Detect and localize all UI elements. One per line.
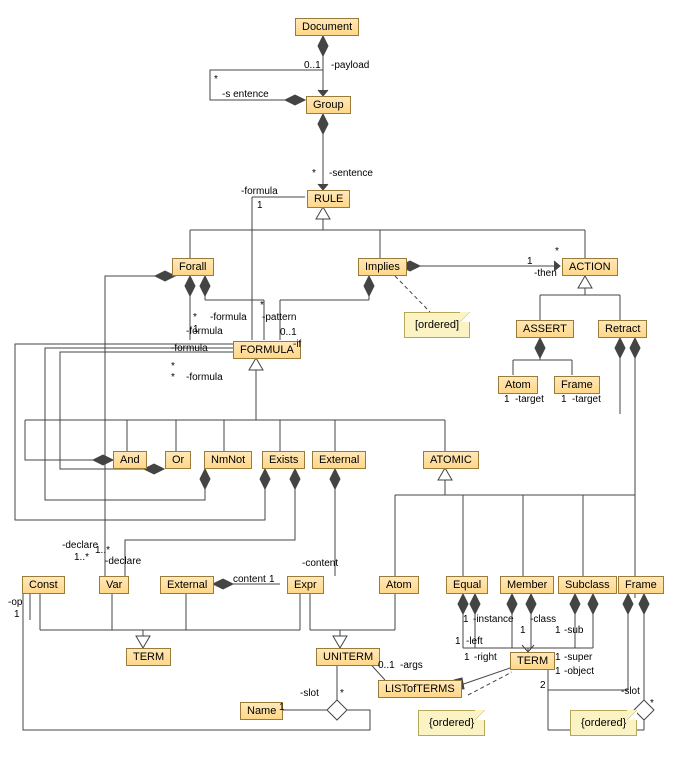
lbl-pattern: -pattern (262, 312, 296, 323)
lbl-object: -object (564, 666, 594, 677)
lbl-content1: content (233, 574, 266, 585)
class-exists: Exists (262, 451, 305, 469)
lbl-argsm: 0..1 (378, 660, 395, 671)
class-frame-small: Frame (554, 376, 600, 394)
class-formula: FORMULA (233, 341, 301, 359)
class-var: Var (99, 576, 129, 594)
class-action: ACTION (562, 258, 618, 276)
lbl-left-m: 1 (455, 636, 461, 647)
lbl-formula3: -formula (186, 372, 223, 383)
lbl-content1m: 1 (269, 574, 275, 585)
note-ordered-1: [ordered] (404, 312, 470, 338)
lbl-star1: * (214, 74, 218, 85)
class-or: Or (165, 451, 191, 469)
lbl-name-m: 1 (279, 702, 285, 713)
class-and: And (113, 451, 147, 469)
lbl-right: -right (474, 652, 497, 663)
lbl-star3: * (193, 312, 197, 323)
uml-diagram: Document Group RULE Forall Implies ACTIO… (0, 0, 677, 769)
lbl-slot1m: * (340, 688, 344, 699)
class-retract: Retract (598, 320, 647, 338)
lbl-target1: -target (515, 394, 544, 405)
lbl-star-action: * (555, 246, 559, 257)
class-member: Member (500, 576, 554, 594)
lbl-class: -class (530, 614, 556, 625)
class-external1: External (312, 451, 366, 469)
lbl-super-m: 1 (555, 652, 561, 663)
lbl-if-m: 0..1 (280, 327, 297, 338)
class-atomic: ATOMIC (423, 451, 479, 469)
lbl-two: 2 (540, 680, 546, 691)
lbl-slot2: -slot (621, 686, 640, 697)
lbl-formula1: -formula (210, 312, 247, 323)
note-ordered-3: {ordered} (570, 710, 637, 736)
class-atom2: Atom (379, 576, 419, 594)
lbl-formula2m: * (171, 361, 175, 372)
class-uniterm: UNITERM (316, 648, 380, 666)
lbl-then-m: 1 (527, 256, 533, 267)
class-nmnot: NmNot (204, 451, 252, 469)
lbl-formula-rule-m: 1 (257, 200, 263, 211)
lbl-m01a: 0..1 (304, 60, 321, 71)
class-term1: TERM (126, 648, 171, 666)
lbl-class-m: 1 (520, 625, 526, 636)
class-document: Document (295, 18, 359, 36)
class-equal: Equal (446, 576, 488, 594)
class-name: Name (240, 702, 283, 720)
lbl-super: -super (564, 652, 592, 663)
lbl-sentence: -sentence (329, 168, 373, 179)
class-atom-small: Atom (498, 376, 538, 394)
class-implies: Implies (358, 258, 407, 276)
lbl-target2: -target (572, 394, 601, 405)
lbl-target2m: 1 (561, 394, 567, 405)
class-external2: External (160, 576, 214, 594)
lbl-instance: -instance (473, 614, 514, 625)
class-const: Const (22, 576, 65, 594)
class-subclass: Subclass (558, 576, 617, 594)
lbl-pattern-m: * (260, 300, 264, 311)
lbl-declare1m: 1..* (74, 552, 89, 563)
class-frame2: Frame (618, 576, 664, 594)
lbl-then: -then (534, 268, 557, 279)
lbl-op: -op (8, 597, 22, 608)
lbl-sub-m: 1 (555, 625, 561, 636)
class-group: Group (306, 96, 351, 114)
lbl-declare2: -declare (105, 556, 141, 567)
lbl-star2: * (312, 168, 316, 179)
lbl-instance-m: 1 (463, 614, 469, 625)
lbl-right-m: 1 (464, 652, 470, 663)
lbl-payload: -payload (331, 60, 369, 71)
class-expr: Expr (287, 576, 324, 594)
lbl-slot1: -slot (300, 688, 319, 699)
lbl-formula4: -formula (171, 343, 208, 354)
note-ordered-2: {ordered} (418, 710, 485, 736)
lbl-if: -if (293, 339, 301, 350)
lbl-args: -args (400, 660, 423, 671)
lbl-object-m: 1 (555, 666, 561, 677)
lbl-sub: -sub (564, 625, 583, 636)
class-listofterms: LISTofTERMS (378, 680, 462, 698)
class-rule: RULE (307, 190, 350, 208)
lbl-formula3m: * (171, 372, 175, 383)
lbl-content2: -content (302, 558, 338, 569)
class-term2: TERM (510, 652, 555, 670)
lbl-opm: 1 (14, 609, 20, 620)
lbl-declare2m: 1..* (95, 545, 110, 556)
lbl-formula2: -formula (186, 326, 223, 337)
lbl-left: -left (466, 636, 483, 647)
lbl-formula-rule: -formula (241, 186, 278, 197)
lbl-sentence-self: -s entence (222, 89, 269, 100)
lbl-slot2m: * (650, 698, 654, 709)
class-forall: Forall (172, 258, 214, 276)
lbl-declare1: -declare (62, 540, 98, 551)
class-assert: ASSERT (516, 320, 574, 338)
lbl-target1m: 1 (504, 394, 510, 405)
